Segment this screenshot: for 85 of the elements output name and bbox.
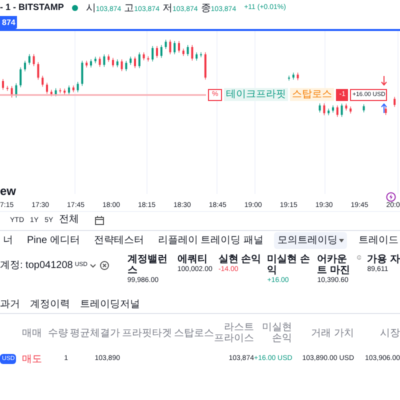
logo-text: ew <box>0 183 16 200</box>
panel-tab[interactable]: 전략테스터 <box>90 232 147 249</box>
panel-tab[interactable]: 리플레이 트레이딩 패널 <box>154 232 266 249</box>
candle <box>42 75 44 87</box>
candle <box>6 86 8 92</box>
table-cell-text: 매도 <box>22 352 43 366</box>
sub-tab[interactable]: 트레이딩저널 <box>80 297 140 312</box>
column-header: 라스트 프라이스 <box>214 322 254 344</box>
candle <box>32 54 35 66</box>
column-header: 프라핏타겟 <box>121 328 172 338</box>
sub-tab[interactable]: 과거 <box>0 297 20 312</box>
candle <box>164 39 167 50</box>
arrow-up-icon[interactable] <box>381 103 387 113</box>
candle <box>350 106 352 114</box>
sub-tab[interactable]: 계정이력 <box>30 297 70 312</box>
metric-label: 미실현 손익 <box>267 254 311 276</box>
metric-label: 가용 자 <box>367 254 400 265</box>
candle <box>130 56 132 66</box>
candle <box>169 39 172 55</box>
column-header: 스탑로스 <box>173 328 214 338</box>
candle <box>10 86 13 98</box>
candle <box>152 46 154 62</box>
candle <box>116 59 118 68</box>
panel-tab[interactable]: 트레이드 <box>355 232 400 249</box>
candle <box>94 56 96 64</box>
lightning-icon[interactable] <box>386 192 396 202</box>
candle <box>318 103 321 113</box>
candle <box>186 44 189 56</box>
candle <box>72 85 74 93</box>
candle <box>15 83 18 98</box>
candle <box>362 104 365 113</box>
caret-icon <box>90 264 96 268</box>
close-icon[interactable] <box>100 261 108 270</box>
candle <box>81 60 84 86</box>
candle <box>182 48 184 56</box>
candle <box>323 103 326 116</box>
candle <box>147 56 150 62</box>
candle <box>174 40 176 55</box>
metric-label: 실현 손익 <box>218 254 262 265</box>
candle <box>103 54 106 68</box>
panel-tab[interactable]: 모의트레이딩 <box>274 232 348 249</box>
price-tag: 874 <box>0 16 18 29</box>
column-header: 수량 <box>47 328 68 338</box>
candle <box>142 52 145 61</box>
candle <box>384 106 387 116</box>
candle <box>191 44 194 61</box>
candle <box>196 52 198 61</box>
column-header: 거래 가치 <box>310 328 354 338</box>
candle <box>98 56 101 68</box>
candle <box>345 103 348 111</box>
candle <box>160 44 162 58</box>
info-icon[interactable] <box>356 254 362 261</box>
candle <box>28 54 30 66</box>
calendar-icon[interactable] <box>95 216 104 224</box>
symbol-title: - 1 - BITSTAMP <box>0 1 64 14</box>
metric-label: 계정밸런스 <box>127 254 168 276</box>
candle <box>64 88 66 95</box>
candle <box>76 82 79 93</box>
candle <box>394 96 396 108</box>
metric-label: 에쿼티 <box>177 254 208 265</box>
date-range-button[interactable]: 전체 <box>59 215 80 225</box>
candle <box>336 105 338 118</box>
candle <box>125 60 128 72</box>
candle <box>120 59 123 72</box>
column-header: 매매 <box>22 328 43 338</box>
candle <box>138 52 140 68</box>
arrow-down-icon[interactable] <box>381 76 387 86</box>
column-header: 미실현 손익 <box>261 322 292 344</box>
candle <box>37 62 40 80</box>
candle <box>204 52 206 80</box>
candle <box>86 60 88 68</box>
candle <box>328 108 330 116</box>
panel-tab[interactable]: Pine 에디터 <box>24 232 83 249</box>
candle <box>20 67 22 88</box>
column-header: 시장 <box>379 328 400 338</box>
column-header: 평균체결가 <box>69 328 120 338</box>
panel-tab[interactable]: 너 <box>0 232 16 249</box>
metric-label: 어카운트 마진 <box>317 254 351 276</box>
candle <box>296 72 299 81</box>
candle <box>54 88 57 97</box>
candle <box>108 54 110 62</box>
candle <box>50 90 52 97</box>
candle <box>59 88 62 94</box>
candle <box>340 103 343 118</box>
candle <box>292 72 294 80</box>
